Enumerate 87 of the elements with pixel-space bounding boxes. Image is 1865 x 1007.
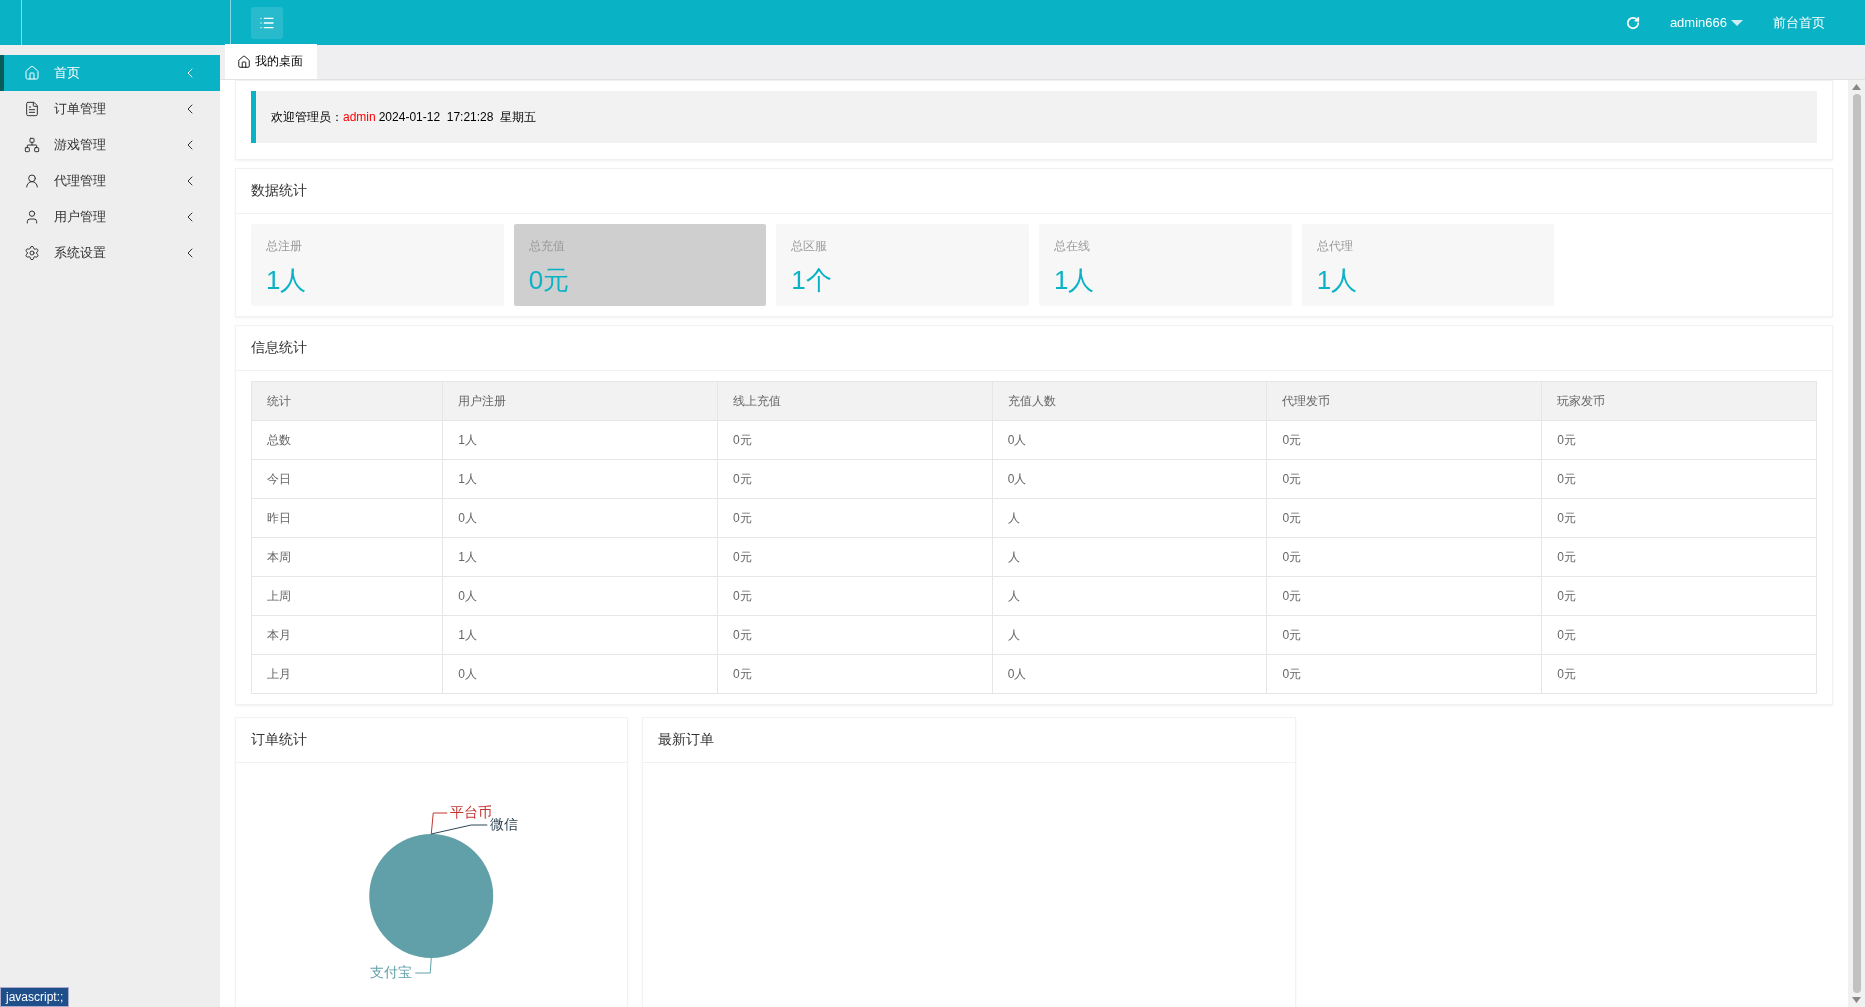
menu-item-icon bbox=[24, 173, 40, 189]
scroll-down-icon[interactable] bbox=[1852, 997, 1861, 1003]
table-cell: 0元 bbox=[1266, 420, 1542, 460]
date-time: 2024-01-12 17:21:28 星期五 bbox=[378, 108, 537, 126]
column-header: 统计 bbox=[251, 381, 443, 421]
card-title: 订单统计 bbox=[251, 731, 307, 749]
table-cell: 0元 bbox=[717, 654, 993, 694]
table-cell: 0元 bbox=[1266, 537, 1542, 577]
column-header: 代理发币 bbox=[1266, 381, 1542, 421]
menu-item-icon bbox=[24, 137, 40, 153]
column-header: 用户注册 bbox=[442, 381, 718, 421]
stat-label: 总代理 bbox=[1316, 238, 1354, 255]
menu-item-icon bbox=[24, 101, 40, 117]
table-cell: 总数 bbox=[251, 420, 443, 460]
sidebar-item[interactable]: 用户管理 bbox=[0, 199, 220, 235]
table-cell: 0元 bbox=[717, 615, 993, 655]
table-cell: 0人 bbox=[992, 459, 1267, 499]
table-cell: 0人 bbox=[992, 654, 1267, 694]
menu-button[interactable] bbox=[251, 6, 283, 39]
table-cell: 0元 bbox=[1541, 576, 1817, 616]
table-cell: 0元 bbox=[1266, 459, 1542, 499]
column-header: 线上充值 bbox=[717, 381, 993, 421]
table-cell: 0元 bbox=[717, 498, 993, 538]
table-cell: 人 bbox=[992, 537, 1267, 577]
scroll-up-icon[interactable] bbox=[1852, 84, 1861, 90]
table-cell: 0元 bbox=[1541, 420, 1817, 460]
table-cell: 0元 bbox=[717, 576, 993, 616]
table-cell: 1人 bbox=[442, 420, 718, 460]
sidebar-item[interactable]: 系统设置 bbox=[0, 235, 220, 271]
table-cell: 人 bbox=[992, 498, 1267, 538]
admin-name: admin bbox=[343, 110, 376, 124]
home-icon bbox=[237, 54, 251, 69]
table-cell: 0人 bbox=[992, 420, 1267, 460]
stat-value: 1个 bbox=[791, 264, 833, 297]
stat-label: 总在线 bbox=[1054, 238, 1091, 255]
status-bar: javascript:; bbox=[0, 987, 70, 1007]
sidebar-item[interactable]: 游戏管理 bbox=[0, 127, 220, 163]
table-cell: 0元 bbox=[1541, 654, 1817, 694]
stat-label: 总注册 bbox=[266, 238, 303, 255]
table-cell: 上月 bbox=[251, 654, 443, 694]
table-cell: 1人 bbox=[442, 615, 718, 655]
table-cell: 0元 bbox=[717, 459, 993, 499]
table-cell: 上周 bbox=[251, 576, 443, 616]
table-cell: 0人 bbox=[442, 576, 718, 616]
tab[interactable]: 我的桌面 bbox=[225, 44, 317, 79]
sidebar-item[interactable]: 代理管理 bbox=[0, 163, 220, 199]
menu-item-icon bbox=[24, 209, 40, 225]
menu-item-icon bbox=[24, 245, 40, 261]
pie-label: 支付宝 bbox=[370, 964, 413, 980]
table-cell: 0元 bbox=[1266, 576, 1542, 616]
table-cell: 人 bbox=[992, 576, 1267, 616]
stat-value: 0元 bbox=[528, 264, 571, 297]
sidebar-item[interactable]: 订单管理 bbox=[0, 91, 220, 127]
table-cell: 0元 bbox=[1541, 459, 1817, 499]
scrollbar[interactable] bbox=[1848, 80, 1865, 1007]
table-cell: 昨日 bbox=[251, 498, 443, 538]
table-cell: 1人 bbox=[442, 537, 718, 577]
stat-value: 1人 bbox=[1054, 264, 1096, 297]
welcome-text: 欢迎管理员： bbox=[271, 108, 343, 126]
card-title: 信息统计 bbox=[251, 339, 307, 357]
stat-label: 总区服 bbox=[791, 238, 829, 255]
refresh-icon[interactable] bbox=[1625, 15, 1640, 30]
pie-label: 微信 bbox=[490, 816, 519, 832]
table-cell: 0人 bbox=[442, 498, 718, 538]
table-cell: 0人 bbox=[442, 654, 718, 694]
table-cell: 1人 bbox=[442, 459, 718, 499]
card-title: 数据统计 bbox=[251, 182, 307, 200]
column-header: 充值人数 bbox=[992, 381, 1267, 421]
table-cell: 0元 bbox=[717, 420, 993, 460]
table-cell: 0元 bbox=[1541, 498, 1817, 538]
table-cell: 0元 bbox=[1266, 498, 1542, 538]
table-cell: 0元 bbox=[1541, 615, 1817, 655]
table-cell: 0元 bbox=[717, 537, 993, 577]
stat-value: 1人 bbox=[1316, 264, 1359, 297]
card-title: 最新订单 bbox=[657, 731, 714, 749]
table-cell: 0元 bbox=[1266, 654, 1542, 694]
menu-item-icon bbox=[24, 65, 40, 81]
table-cell: 人 bbox=[992, 615, 1267, 655]
stat-value: 1人 bbox=[266, 264, 308, 297]
table-cell: 0元 bbox=[1266, 615, 1542, 655]
table-cell: 0元 bbox=[1541, 537, 1817, 577]
table-cell: 今日 bbox=[251, 459, 443, 499]
pie-label: 平台币 bbox=[450, 804, 493, 820]
table-cell: 本月 bbox=[251, 615, 443, 655]
table-cell: 本周 bbox=[251, 537, 443, 577]
caret-icon bbox=[1731, 19, 1743, 26]
column-header: 玩家发币 bbox=[1541, 381, 1817, 421]
